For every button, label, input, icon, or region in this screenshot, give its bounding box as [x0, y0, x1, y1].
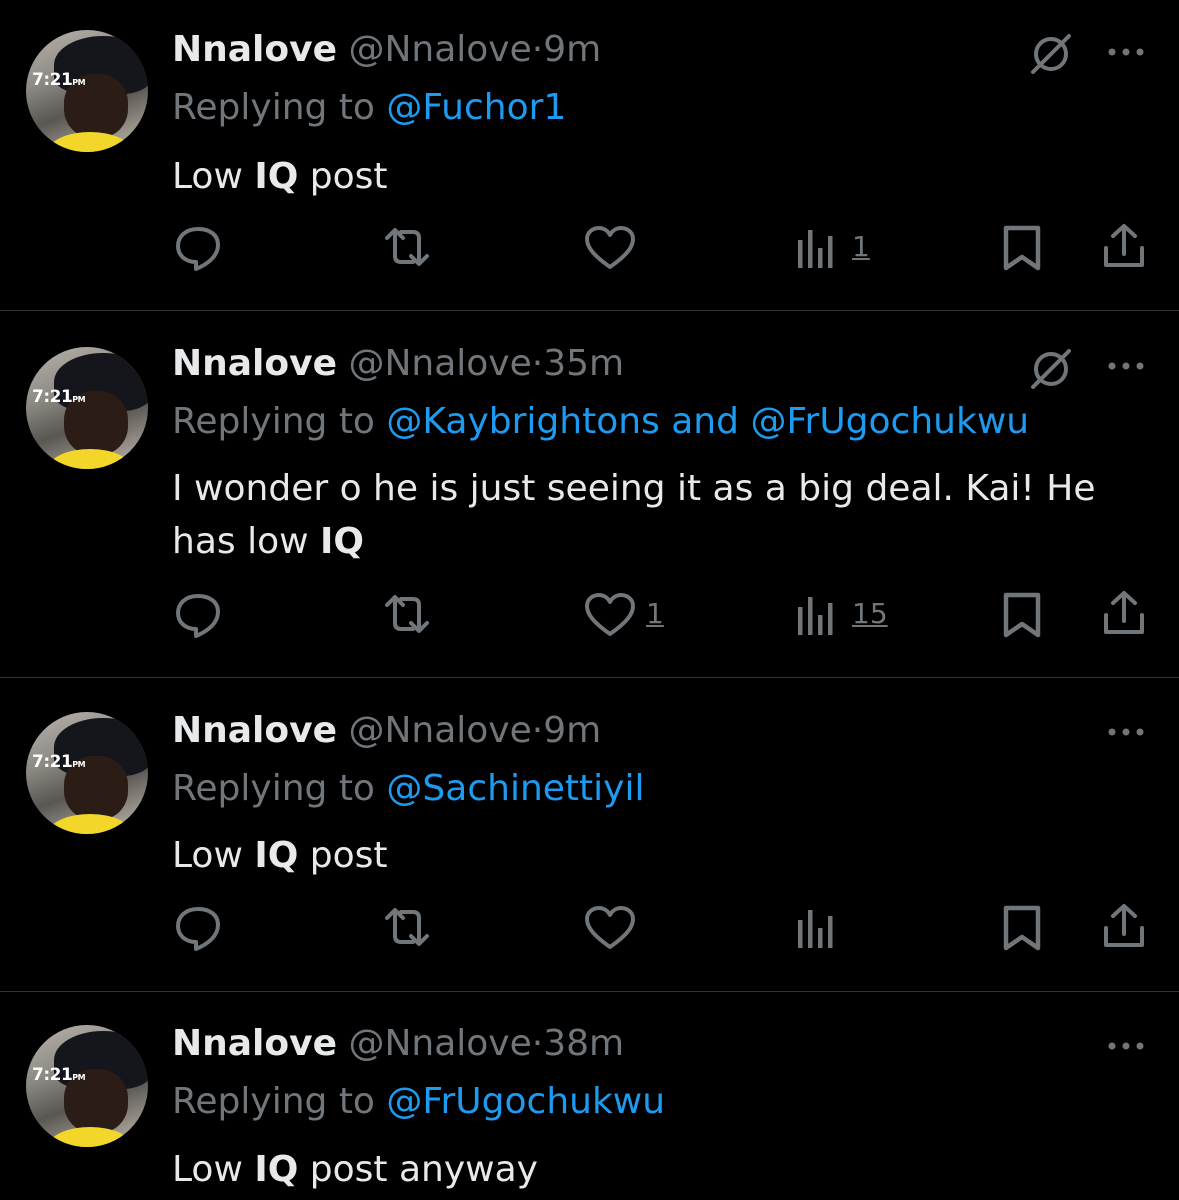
- bookmark-icon[interactable]: [1000, 904, 1044, 952]
- share-upload-icon[interactable]: [1100, 902, 1148, 950]
- mention-link[interactable]: @Kaybrightons: [386, 401, 659, 442]
- share-upload-icon[interactable]: [1100, 589, 1148, 637]
- slashed-circle-icon[interactable]: [1028, 30, 1074, 76]
- tweet-text: Low IQ post: [172, 156, 388, 197]
- repost-arrows-icon[interactable]: [381, 224, 433, 270]
- replying-to: Replying to @Kaybrightons and @FrUgochuk…: [172, 401, 1030, 442]
- mention-link[interactable]: @FrUgochukwu: [386, 1081, 665, 1122]
- tweet-2[interactable]: 7:21PM Nnalove @Nnalove·35m Replying to …: [0, 311, 1179, 677]
- tweet-header: Nnalove @Nnalove·35m: [172, 342, 624, 386]
- user-handle[interactable]: @Nnalove: [348, 1023, 531, 1064]
- avatar-time-overlay: 7:21PM: [32, 752, 86, 772]
- three-dots-icon[interactable]: [1104, 1036, 1148, 1056]
- heart-icon[interactable]: [583, 591, 637, 639]
- avatar-time-overlay: 7:21PM: [32, 70, 86, 90]
- likes-count[interactable]: 1: [646, 597, 664, 631]
- mention-link[interactable]: @FrUgochukwu: [750, 401, 1029, 442]
- views-count[interactable]: 1: [852, 230, 870, 264]
- reply-feed: 7:21PM Nnalove @Nnalove·9m Replying to @…: [0, 0, 1179, 1200]
- tweet-1[interactable]: 7:21PM Nnalove @Nnalove·9m Replying to @…: [0, 0, 1179, 310]
- display-name[interactable]: Nnalove: [172, 29, 337, 70]
- avatar[interactable]: 7:21PM: [26, 30, 148, 152]
- tweet-4[interactable]: 7:21PM Nnalove @Nnalove·38m Replying to …: [0, 992, 1179, 1200]
- tweet-age[interactable]: 9m: [543, 710, 601, 751]
- heart-icon[interactable]: [583, 904, 637, 952]
- display-name[interactable]: Nnalove: [172, 343, 337, 384]
- tweet-text: I wonder o he is just seeing it as a big…: [172, 468, 1096, 562]
- user-handle[interactable]: @Nnalove: [348, 29, 531, 70]
- user-handle[interactable]: @Nnalove: [348, 710, 531, 751]
- tweet-header: Nnalove @Nnalove·38m: [172, 1022, 624, 1066]
- share-upload-icon[interactable]: [1100, 222, 1148, 270]
- speech-bubble-icon[interactable]: [172, 902, 224, 952]
- heart-icon[interactable]: [583, 224, 637, 272]
- bar-chart-icon[interactable]: [796, 593, 836, 637]
- mention-link[interactable]: @Fuchor1: [386, 87, 566, 128]
- tweet-age[interactable]: 9m: [543, 29, 601, 70]
- separator-dot: ·: [531, 29, 544, 70]
- slashed-circle-icon[interactable]: [1028, 345, 1074, 391]
- three-dots-icon[interactable]: [1104, 722, 1148, 742]
- repost-arrows-icon[interactable]: [381, 904, 433, 950]
- display-name[interactable]: Nnalove: [172, 710, 337, 751]
- display-name[interactable]: Nnalove: [172, 1023, 337, 1064]
- views-count[interactable]: 15: [852, 597, 888, 631]
- avatar[interactable]: 7:21PM: [26, 347, 148, 469]
- tweet-text: Low IQ post anyway: [172, 1149, 538, 1190]
- user-handle[interactable]: @Nnalove: [348, 343, 531, 384]
- mention-and: and: [671, 401, 739, 442]
- bar-chart-icon[interactable]: [796, 226, 836, 270]
- tweet-text: Low IQ post: [172, 835, 388, 876]
- replying-to: Replying to @Fuchor1: [172, 87, 567, 128]
- tweet-age[interactable]: 35m: [543, 343, 624, 384]
- separator-dot: ·: [531, 710, 544, 751]
- repost-arrows-icon[interactable]: [381, 591, 433, 637]
- three-dots-icon[interactable]: [1104, 356, 1148, 376]
- bookmark-icon[interactable]: [1000, 591, 1044, 639]
- three-dots-icon[interactable]: [1104, 42, 1148, 62]
- mention-link[interactable]: @Sachinettiyil: [386, 768, 644, 809]
- tweet-header: Nnalove @Nnalove·9m: [172, 709, 601, 753]
- separator-dot: ·: [531, 343, 544, 384]
- separator-dot: ·: [531, 1023, 544, 1064]
- bar-chart-icon[interactable]: [796, 906, 836, 950]
- avatar[interactable]: 7:21PM: [26, 1025, 148, 1147]
- bookmark-icon[interactable]: [1000, 224, 1044, 272]
- avatar-time-overlay: 7:21PM: [32, 387, 86, 407]
- speech-bubble-icon[interactable]: [172, 222, 224, 272]
- replying-to: Replying to @FrUgochukwu: [172, 1081, 666, 1122]
- tweet-header: Nnalove @Nnalove·9m: [172, 28, 601, 72]
- replying-to: Replying to @Sachinettiyil: [172, 768, 645, 809]
- tweet-age[interactable]: 38m: [543, 1023, 624, 1064]
- tweet-3[interactable]: 7:21PM Nnalove @Nnalove·9m Replying to @…: [0, 678, 1179, 990]
- speech-bubble-icon[interactable]: [172, 589, 224, 639]
- avatar[interactable]: 7:21PM: [26, 712, 148, 834]
- avatar-time-overlay: 7:21PM: [32, 1065, 86, 1085]
